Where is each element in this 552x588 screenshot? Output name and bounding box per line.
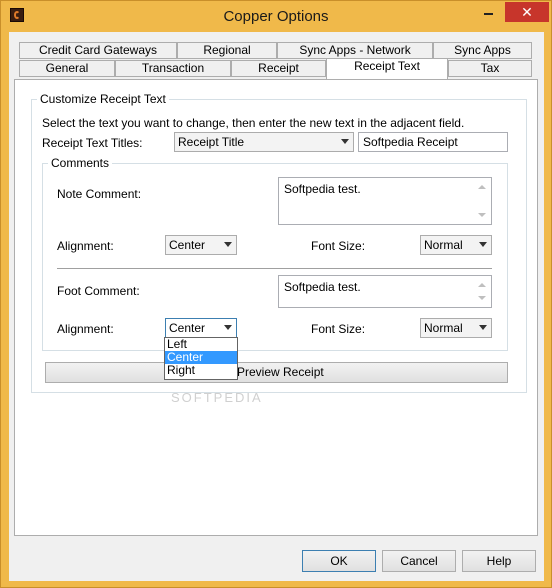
comments-group-title: Comments — [48, 156, 113, 170]
help-button[interactable]: Help — [462, 550, 536, 572]
tab-general[interactable]: General — [19, 60, 115, 77]
receipt-text-titles-label: Receipt Text Titles: — [42, 136, 143, 150]
comments-group: Comments Note Comment: Softpedia test. A… — [42, 156, 508, 351]
note-alignment-value: Center — [169, 238, 206, 252]
window-title: Copper Options — [223, 8, 329, 25]
note-alignment-select[interactable]: Center — [165, 235, 237, 255]
chevron-down-icon — [341, 139, 349, 144]
options-window: Copper Options ✕ Credit Card Gateways Re… — [0, 0, 552, 588]
cancel-button[interactable]: Cancel — [382, 550, 456, 572]
instruction-text: Select the text you want to change, then… — [42, 116, 465, 130]
note-alignment-label: Alignment: — [57, 239, 114, 253]
foot-comment-label: Foot Comment: — [57, 284, 140, 298]
tab-transaction[interactable]: Transaction — [115, 60, 231, 77]
comments-divider — [57, 268, 492, 269]
foot-comment-textarea[interactable]: Softpedia test. — [278, 275, 492, 308]
alignment-option-right[interactable]: Right — [165, 364, 237, 377]
foot-comment-value: Softpedia test. — [284, 280, 361, 294]
tab-receipt[interactable]: Receipt — [231, 60, 326, 77]
receipt-title-text-field[interactable]: Softpedia Receipt — [358, 132, 508, 152]
note-comment-value: Softpedia test. — [284, 182, 361, 196]
note-font-size-select[interactable]: Normal — [420, 235, 492, 255]
tab-credit-card-gateways[interactable]: Credit Card Gateways — [19, 42, 177, 59]
tab-regional[interactable]: Regional — [177, 42, 277, 59]
title-bar[interactable]: Copper Options ✕ — [1, 1, 551, 31]
close-icon: ✕ — [521, 4, 533, 20]
scroll-down-icon — [478, 213, 486, 217]
dialog-client: Credit Card Gateways Regional Sync Apps … — [9, 32, 544, 581]
foot-alignment-value: Center — [169, 321, 206, 335]
note-comment-scrollbar[interactable] — [474, 179, 490, 223]
chevron-down-icon — [224, 325, 232, 330]
foot-alignment-label: Alignment: — [57, 322, 114, 336]
preview-receipt-button[interactable]: Preview Receipt — [45, 362, 508, 383]
chevron-down-icon — [479, 325, 487, 330]
scroll-down-icon — [478, 296, 486, 300]
alignment-dropdown-list: Left Center Right — [164, 337, 238, 380]
chevron-down-icon — [224, 242, 232, 247]
scroll-up-icon — [478, 283, 486, 287]
note-font-size-value: Normal — [424, 238, 463, 252]
preview-receipt-label: Preview Receipt — [237, 365, 324, 379]
titles-select-value: Receipt Title — [178, 135, 245, 149]
foot-comment-scrollbar[interactable] — [474, 277, 490, 306]
tab-sync-apps-network[interactable]: Sync Apps - Network — [277, 42, 433, 59]
customize-group-title: Customize Receipt Text — [37, 92, 169, 106]
tab-receipt-text[interactable]: Receipt Text — [326, 58, 448, 79]
note-comment-label: Note Comment: — [57, 187, 142, 201]
close-button[interactable]: ✕ — [505, 2, 549, 22]
chevron-down-icon — [479, 242, 487, 247]
foot-alignment-select[interactable]: Center — [165, 318, 237, 338]
scroll-up-icon — [478, 185, 486, 189]
receipt-text-panel: Customize Receipt Text Select the text y… — [14, 79, 538, 536]
foot-font-size-label: Font Size: — [311, 322, 366, 336]
customize-receipt-text-group: Customize Receipt Text Select the text y… — [31, 92, 527, 393]
foot-font-size-value: Normal — [424, 321, 463, 335]
note-font-size-label: Font Size: — [311, 239, 366, 253]
receipt-text-titles-select[interactable]: Receipt Title — [174, 132, 354, 152]
tab-tax[interactable]: Tax — [448, 60, 532, 77]
ok-button[interactable]: OK — [302, 550, 376, 572]
note-comment-textarea[interactable]: Softpedia test. — [278, 177, 492, 225]
minimize-button[interactable] — [476, 2, 501, 22]
foot-font-size-select[interactable]: Normal — [420, 318, 492, 338]
tab-sync-apps[interactable]: Sync Apps — [433, 42, 532, 59]
